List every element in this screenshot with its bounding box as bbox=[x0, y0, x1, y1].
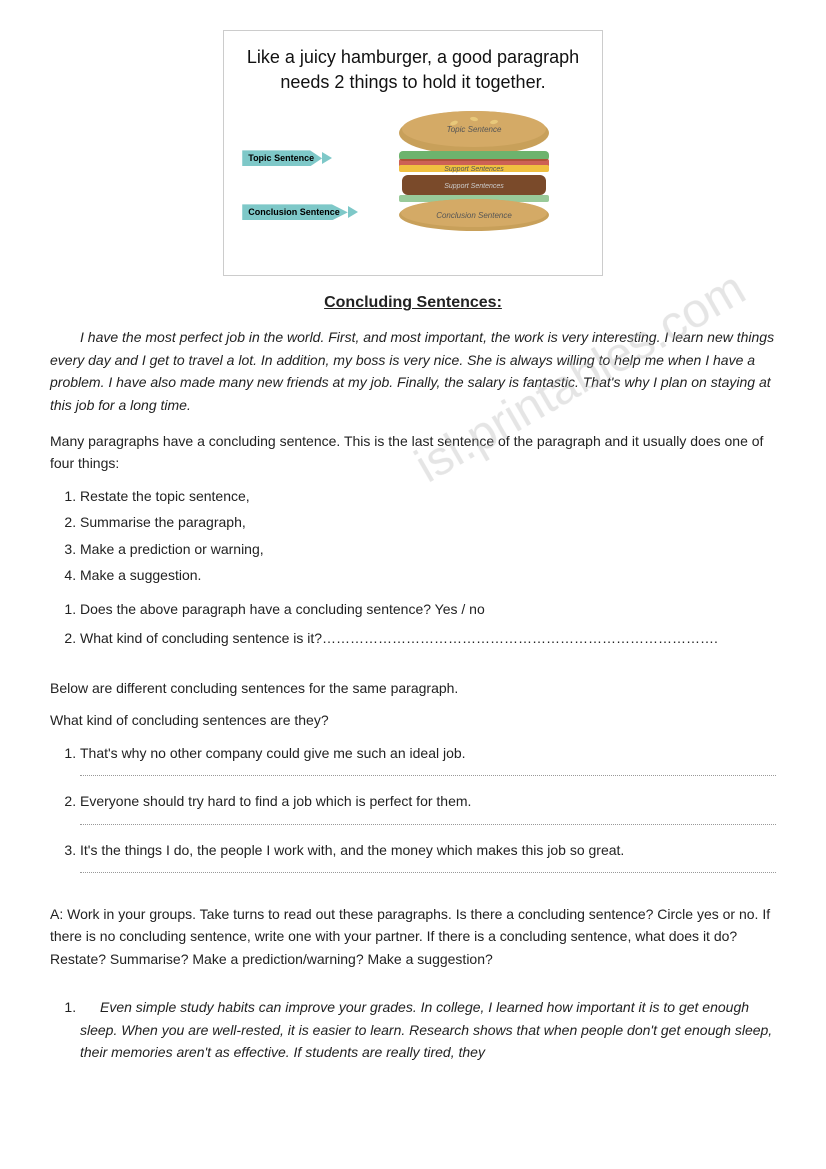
list-item: Restate the topic sentence, bbox=[80, 485, 776, 507]
conclusion-arrow: Conclusion Sentence bbox=[242, 204, 358, 220]
below-text-1: Below are different concluding sentences… bbox=[50, 677, 776, 699]
dotted-line-3 bbox=[80, 863, 776, 873]
hamburger-diagram: Topic Sentence Conclusion Sentence Topic… bbox=[240, 105, 586, 265]
list-item: Make a prediction or warning, bbox=[80, 538, 776, 560]
question-section: Does the above paragraph have a concludi… bbox=[50, 598, 776, 649]
concluding-item-3: It's the things I do, the people I work … bbox=[80, 839, 776, 873]
svg-text:Support Sentences: Support Sentences bbox=[444, 166, 504, 173]
dotted-line-1 bbox=[80, 766, 776, 776]
activity-text: A: Work in your groups. Take turns to re… bbox=[50, 903, 776, 970]
dotted-line-2 bbox=[80, 815, 776, 825]
svg-text:Topic Sentence: Topic Sentence bbox=[446, 125, 501, 134]
topic-arrow: Topic Sentence bbox=[242, 150, 358, 166]
svg-text:Support Sentences: Support Sentences bbox=[444, 183, 504, 190]
svg-text:Conclusion Sentence: Conclusion Sentence bbox=[436, 211, 512, 220]
activity-list: Even simple study habits can improve you… bbox=[80, 996, 776, 1063]
section-title: Concluding Sentences: bbox=[50, 294, 776, 312]
body-text-1: Many paragraphs have a concluding senten… bbox=[50, 430, 776, 475]
italic-paragraph: I have the most perfect job in the world… bbox=[50, 326, 776, 416]
questions-list: Does the above paragraph have a concludi… bbox=[80, 598, 776, 649]
four-things-list: Restate the topic sentence, Summarise th… bbox=[80, 485, 776, 587]
activity-item-1: Even simple study habits can improve you… bbox=[80, 996, 776, 1063]
hamburger-infographic: Like a juicy hamburger, a good paragraph… bbox=[223, 30, 603, 276]
concluding-list: That's why no other company could give m… bbox=[50, 742, 776, 873]
topic-arrow-shape: Topic Sentence bbox=[242, 150, 322, 166]
burger-svg: Topic Sentence Support Sentences Support… bbox=[364, 105, 584, 265]
hamburger-title: Like a juicy hamburger, a good paragraph… bbox=[240, 45, 586, 95]
question-2: What kind of concluding sentence is it?…… bbox=[80, 627, 776, 649]
list-item: Make a suggestion. bbox=[80, 564, 776, 586]
conclusion-arrow-shape: Conclusion Sentence bbox=[242, 204, 348, 220]
arrow-labels: Topic Sentence Conclusion Sentence bbox=[242, 150, 358, 220]
list-item: Summarise the paragraph, bbox=[80, 511, 776, 533]
concluding-items-list: That's why no other company could give m… bbox=[80, 742, 776, 873]
below-text-2: What kind of concluding sentences are th… bbox=[50, 709, 776, 731]
concluding-item-2: Everyone should try hard to find a job w… bbox=[80, 790, 776, 824]
activity-paragraph: Even simple study habits can improve you… bbox=[80, 996, 776, 1063]
concluding-item-1: That's why no other company could give m… bbox=[80, 742, 776, 776]
question-1: Does the above paragraph have a concludi… bbox=[80, 598, 776, 620]
